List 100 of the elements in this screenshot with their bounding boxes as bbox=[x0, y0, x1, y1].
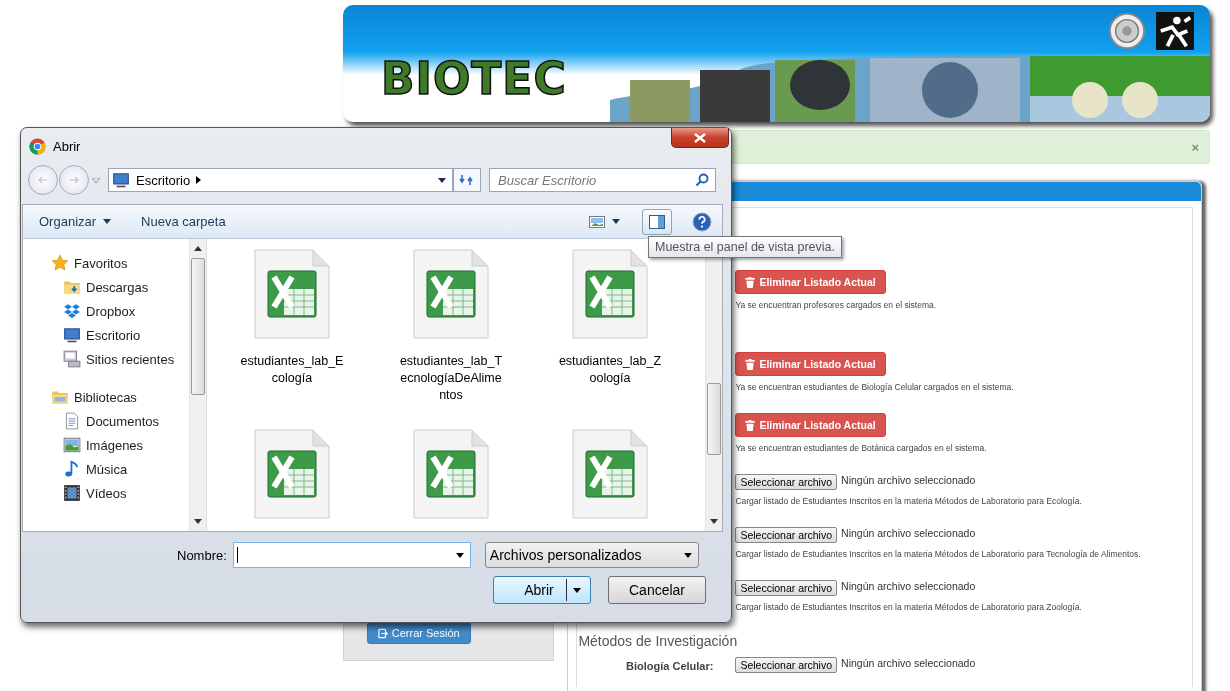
section-heading: Métodos de Investigación bbox=[578, 633, 739, 649]
dropdown-caret-icon bbox=[573, 587, 581, 593]
nav-item[interactable]: Música bbox=[51, 457, 189, 481]
file-name: estudiantes_lab_Ecología bbox=[240, 353, 344, 387]
tooltip: Muestra el panel de vista previa. bbox=[648, 236, 842, 258]
help-text: Cargar listado de Estudiantes Inscritos en la materia Métodos de Laboratorio para Zoología. bbox=[735, 602, 1082, 612]
forward-arrow-icon bbox=[68, 174, 80, 186]
image-icon bbox=[63, 436, 81, 454]
folder-icon bbox=[51, 388, 69, 406]
cancel-button[interactable]: Cancelar bbox=[608, 576, 706, 604]
choose-file-button[interactable]: Seleccionar archivo bbox=[735, 580, 838, 596]
preview-pane-icon bbox=[649, 214, 665, 229]
choose-file-button[interactable]: Seleccionar archivo bbox=[735, 657, 838, 673]
back-arrow-icon bbox=[37, 174, 49, 186]
help-text: Cargar listado de Estudiantes Inscritos en la materia Métodos de Laboratorio para Ecología. bbox=[735, 496, 1082, 506]
delete-list-button[interactable]: Eliminar Listado Actual bbox=[735, 413, 886, 437]
nav-item[interactable]: Escritorio bbox=[51, 323, 189, 347]
caret-icon bbox=[103, 219, 112, 224]
new-folder-button[interactable]: Nueva carpeta bbox=[141, 214, 226, 229]
caret-icon bbox=[92, 177, 100, 183]
help-text: Cargar listado de Estudiantes Inscritos en la materia Métodos de Laboratorio para Tecnología de Alimentos. bbox=[735, 549, 1141, 559]
file-name-field[interactable] bbox=[232, 542, 471, 568]
scrollbar-thumb[interactable] bbox=[191, 258, 205, 395]
nav-item[interactable]: Vídeos bbox=[51, 481, 189, 505]
close-icon bbox=[694, 132, 706, 143]
scrollbar-thumb[interactable] bbox=[707, 383, 721, 455]
help-text: Ya se encuentran estudiantes de Biología Celular cargados en el sistema. bbox=[735, 382, 1014, 392]
search-field[interactable]: Buscar Escritorio bbox=[489, 168, 716, 192]
star-icon bbox=[51, 254, 69, 272]
nav-group[interactable]: Favoritos bbox=[51, 251, 189, 275]
spreadsheet-file-icon bbox=[254, 249, 330, 339]
scroll-up-icon bbox=[194, 246, 202, 251]
file-name: estudiantes_lab_Zoología bbox=[558, 353, 662, 387]
logout-icon bbox=[377, 627, 388, 639]
chevron-right-icon bbox=[196, 176, 202, 184]
film-icon bbox=[63, 484, 81, 502]
nav-item[interactable]: Sitios recientes bbox=[51, 347, 189, 371]
help-icon bbox=[692, 211, 712, 232]
choose-file-button[interactable]: Seleccionar archivo bbox=[735, 474, 838, 490]
spreadsheet-file-icon bbox=[572, 429, 648, 519]
choose-file-button[interactable]: Seleccionar archivo bbox=[735, 527, 838, 543]
spreadsheet-file-icon bbox=[572, 249, 648, 339]
file-item[interactable]: estudiantes_lab_Ecología bbox=[213, 249, 371, 421]
forward-button[interactable] bbox=[59, 165, 89, 195]
dropdown-caret-icon bbox=[683, 552, 692, 558]
logout-button[interactable]: Cerrar Sesión bbox=[366, 622, 471, 644]
file-name-label: Nombre: bbox=[177, 547, 227, 563]
close-button[interactable] bbox=[671, 128, 729, 148]
site-logo: BIOTEC bbox=[381, 52, 568, 106]
refresh-icon bbox=[459, 173, 475, 187]
spreadsheet-file-icon bbox=[254, 429, 330, 519]
dialog-title: Abrir bbox=[53, 138, 81, 154]
file-status: Ningún archivo seleccionado bbox=[841, 474, 976, 487]
file-type-dropdown[interactable]: Archivos personalizados bbox=[484, 542, 699, 568]
emblem-icon bbox=[1156, 12, 1194, 50]
seal-icon bbox=[1108, 12, 1146, 50]
dropdown-caret-icon bbox=[438, 177, 446, 183]
trash-icon bbox=[745, 358, 756, 370]
spreadsheet-file-icon bbox=[413, 429, 489, 519]
caret-icon bbox=[612, 219, 620, 224]
file-status: Ningún archivo seleccionado bbox=[841, 657, 976, 670]
file-status: Ningún archivo seleccionado bbox=[841, 580, 976, 593]
scrollbar[interactable] bbox=[189, 239, 206, 531]
field-label: Biología Celular: bbox=[626, 660, 714, 672]
scroll-down-icon bbox=[194, 519, 202, 524]
browser-icon bbox=[29, 137, 46, 155]
file-status: Ningún archivo seleccionado bbox=[841, 527, 976, 540]
scroll-down-icon bbox=[710, 519, 718, 524]
view-menu[interactable] bbox=[589, 215, 620, 228]
nav-item[interactable]: Imágenes bbox=[51, 433, 189, 457]
file-item[interactable]: estudiantes_lab_TecnologíaDeAlimentos bbox=[372, 249, 530, 421]
preview-pane-button[interactable] bbox=[642, 208, 672, 235]
search-icon bbox=[695, 173, 709, 187]
nav-group[interactable]: Bibliotecas bbox=[51, 385, 189, 409]
folder-icon bbox=[63, 278, 81, 296]
trash-icon bbox=[745, 419, 756, 431]
monitor-icon bbox=[63, 326, 81, 344]
nav-item[interactable]: Documentos bbox=[51, 409, 189, 433]
trash-icon bbox=[745, 276, 756, 288]
dropdown-caret-icon bbox=[455, 552, 464, 558]
help-text: Ya se encuentran estudiantes de Botánica cargados en el sistema. bbox=[735, 443, 987, 453]
delete-list-button[interactable]: Eliminar Listado Actual bbox=[735, 270, 886, 294]
address-segment[interactable]: Escritorio bbox=[136, 172, 191, 188]
nav-item[interactable]: Descargas bbox=[51, 275, 189, 299]
computer-icon bbox=[63, 350, 81, 368]
monitor-icon bbox=[112, 171, 130, 189]
nav-item[interactable]: Dropbox bbox=[51, 299, 189, 323]
back-button[interactable] bbox=[28, 165, 58, 195]
delete-list-button[interactable]: Eliminar Listado Actual bbox=[735, 352, 886, 376]
help-button[interactable] bbox=[692, 211, 712, 232]
view-icon bbox=[589, 215, 605, 228]
help-text: Ya se encuentran profesores cargados en el sistema. bbox=[735, 300, 937, 310]
address-bar[interactable]: Escritorio bbox=[108, 168, 453, 192]
refresh-button[interactable] bbox=[453, 168, 481, 192]
document-icon bbox=[63, 412, 81, 430]
spreadsheet-file-icon bbox=[413, 249, 489, 339]
open-button[interactable]: Abrir bbox=[493, 576, 591, 604]
music-note-icon bbox=[63, 460, 81, 478]
organize-menu[interactable]: Organizar bbox=[39, 214, 112, 229]
file-name: estudiantes_lab_TecnologíaDeAlimentos bbox=[399, 353, 503, 404]
